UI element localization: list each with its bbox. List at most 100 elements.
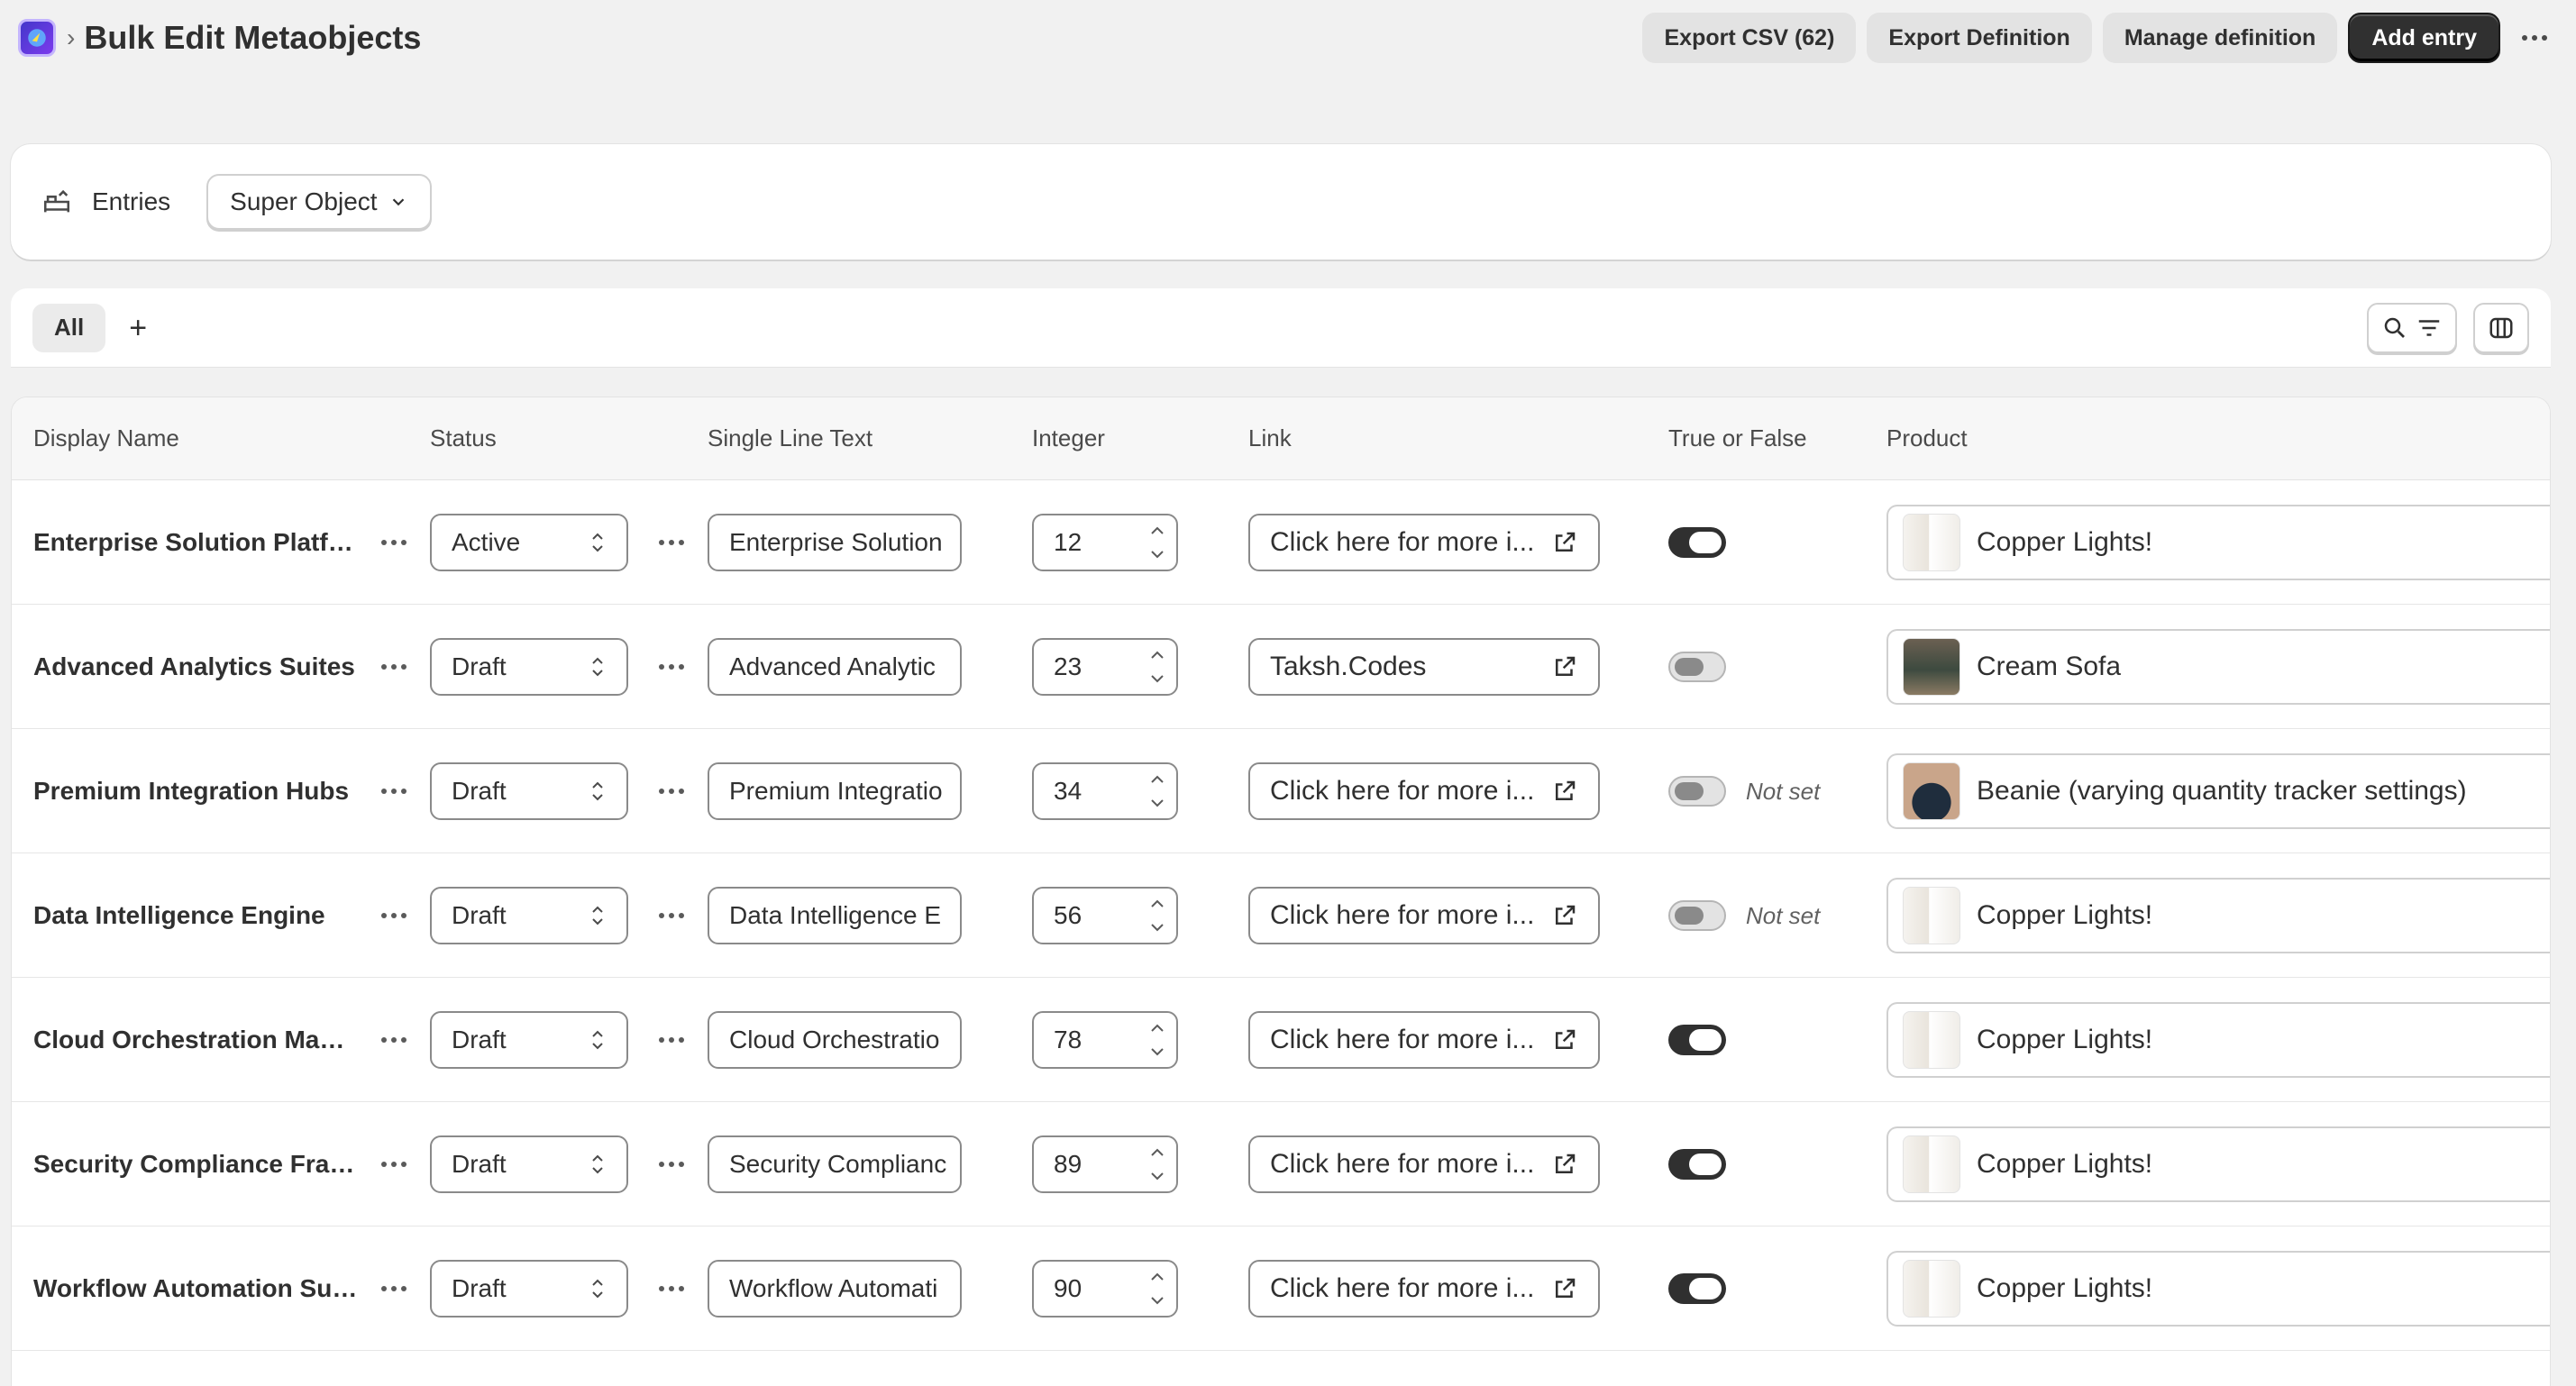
- row-actions-button[interactable]: [374, 853, 414, 978]
- column-header[interactable]: Integer: [1032, 424, 1105, 452]
- chevron-down-icon[interactable]: [1146, 1290, 1169, 1310]
- product-picker[interactable]: Cream Sofa: [1886, 629, 2550, 705]
- chevron-down-icon[interactable]: [1146, 1166, 1169, 1186]
- status-select[interactable]: Draft: [430, 1011, 628, 1069]
- chevron-down-icon[interactable]: [1146, 544, 1169, 564]
- export-csv-button[interactable]: Export CSV (62): [1642, 13, 1857, 63]
- boolean-toggle[interactable]: [1668, 900, 1726, 931]
- integer-stepper[interactable]: [1146, 770, 1169, 813]
- search-filter-button[interactable]: [2367, 302, 2457, 353]
- app-logo-icon[interactable]: [18, 19, 56, 57]
- boolean-toggle[interactable]: [1668, 1149, 1726, 1180]
- export-definition-button[interactable]: Export Definition: [1867, 13, 2092, 63]
- external-link-icon[interactable]: [1551, 1275, 1578, 1302]
- chevron-up-icon[interactable]: [1146, 1267, 1169, 1287]
- column-header[interactable]: Product: [1886, 424, 1968, 452]
- product-picker[interactable]: Copper Lights!: [1886, 1251, 2550, 1327]
- boolean-toggle[interactable]: [1668, 1273, 1726, 1304]
- product-picker[interactable]: Copper Lights!: [1886, 1002, 2550, 1078]
- single-line-text-input[interactable]: Cloud Orchestratio: [708, 1011, 962, 1069]
- integer-stepper[interactable]: [1146, 645, 1169, 688]
- integer-stepper[interactable]: [1146, 1267, 1169, 1310]
- status-select[interactable]: Active: [430, 514, 628, 571]
- product-picker[interactable]: Copper Lights!: [1886, 505, 2550, 580]
- status-actions-button[interactable]: [652, 853, 691, 978]
- link-input[interactable]: Click here for more i...: [1248, 1260, 1600, 1318]
- column-header[interactable]: Single Line Text: [708, 424, 872, 452]
- display-name[interactable]: Data Intelligence Engine: [33, 901, 325, 930]
- column-header[interactable]: Link: [1248, 424, 1292, 452]
- integer-stepper[interactable]: [1146, 894, 1169, 937]
- integer-input[interactable]: 34: [1032, 762, 1178, 820]
- column-header[interactable]: True or False: [1668, 424, 1807, 452]
- row-actions-button[interactable]: [374, 480, 414, 605]
- column-header[interactable]: Display Name: [33, 424, 179, 452]
- status-select[interactable]: Draft: [430, 762, 628, 820]
- status-actions-button[interactable]: [652, 1102, 691, 1226]
- display-name[interactable]: Cloud Orchestration Mana...: [33, 1026, 358, 1054]
- link-input[interactable]: Click here for more i...: [1248, 514, 1600, 571]
- add-entry-button[interactable]: Add entry: [2348, 13, 2500, 63]
- chevron-down-icon[interactable]: [1146, 669, 1169, 688]
- chevron-up-icon[interactable]: [1146, 1143, 1169, 1163]
- integer-stepper[interactable]: [1146, 521, 1169, 564]
- add-view-button[interactable]: +: [129, 313, 147, 343]
- status-actions-button[interactable]: [652, 1226, 691, 1351]
- single-line-text-input[interactable]: Security Complianc: [708, 1135, 962, 1193]
- link-input[interactable]: Taksh.Codes: [1248, 638, 1600, 696]
- display-name[interactable]: Advanced Analytics Suites: [33, 652, 355, 681]
- boolean-toggle[interactable]: [1668, 1025, 1726, 1055]
- display-name[interactable]: Premium Integration Hubs: [33, 777, 349, 806]
- single-line-text-input[interactable]: Enterprise Solution: [708, 514, 962, 571]
- status-select[interactable]: Draft: [430, 1260, 628, 1318]
- external-link-icon[interactable]: [1551, 1026, 1578, 1053]
- chevron-down-icon[interactable]: [1146, 793, 1169, 813]
- chevron-up-icon[interactable]: [1146, 770, 1169, 789]
- manage-definition-button[interactable]: Manage definition: [2102, 13, 2338, 63]
- display-name[interactable]: Workflow Automation Suite: [33, 1274, 358, 1303]
- link-input[interactable]: Click here for more i...: [1248, 1135, 1600, 1193]
- display-name[interactable]: Enterprise Solution Platfor...: [33, 528, 358, 557]
- integer-input[interactable]: 56: [1032, 887, 1178, 944]
- status-actions-button[interactable]: [652, 605, 691, 729]
- link-input[interactable]: Click here for more i...: [1248, 1011, 1600, 1069]
- product-picker[interactable]: Beanie (varying quantity tracker setting…: [1886, 753, 2550, 829]
- link-input[interactable]: Click here for more i...: [1248, 762, 1600, 820]
- integer-input[interactable]: 90: [1032, 1260, 1178, 1318]
- integer-stepper[interactable]: [1146, 1018, 1169, 1062]
- single-line-text-input[interactable]: Workflow Automati: [708, 1260, 962, 1318]
- boolean-toggle[interactable]: [1668, 652, 1726, 682]
- integer-input[interactable]: 78: [1032, 1011, 1178, 1069]
- chevron-up-icon[interactable]: [1146, 894, 1169, 914]
- integer-input[interactable]: 23: [1032, 638, 1178, 696]
- chevron-down-icon[interactable]: [1146, 917, 1169, 937]
- boolean-toggle[interactable]: [1668, 776, 1726, 807]
- status-actions-button[interactable]: [652, 480, 691, 605]
- external-link-icon[interactable]: [1551, 529, 1578, 556]
- link-input[interactable]: Click here for more i...: [1248, 887, 1600, 944]
- integer-input[interactable]: 12: [1032, 514, 1178, 571]
- integer-input[interactable]: 89: [1032, 1135, 1178, 1193]
- chevron-up-icon[interactable]: [1146, 521, 1169, 541]
- status-actions-button[interactable]: [652, 729, 691, 853]
- row-actions-button[interactable]: [374, 729, 414, 853]
- status-actions-button[interactable]: [652, 978, 691, 1102]
- chevron-up-icon[interactable]: [1146, 1018, 1169, 1038]
- product-picker[interactable]: Copper Lights!: [1886, 878, 2550, 953]
- single-line-text-input[interactable]: Data Intelligence E: [708, 887, 962, 944]
- metaobject-type-select[interactable]: Super Object: [206, 174, 432, 230]
- status-select[interactable]: Draft: [430, 638, 628, 696]
- integer-stepper[interactable]: [1146, 1143, 1169, 1186]
- row-actions-button[interactable]: [374, 605, 414, 729]
- status-select[interactable]: Draft: [430, 1135, 628, 1193]
- external-link-icon[interactable]: [1551, 653, 1578, 680]
- single-line-text-input[interactable]: Advanced Analytic: [708, 638, 962, 696]
- chevron-down-icon[interactable]: [1146, 1042, 1169, 1062]
- display-name[interactable]: Security Compliance Fram...: [33, 1150, 358, 1179]
- row-actions-button[interactable]: [374, 978, 414, 1102]
- external-link-icon[interactable]: [1551, 778, 1578, 805]
- status-select[interactable]: Draft: [430, 887, 628, 944]
- columns-button[interactable]: [2473, 302, 2529, 353]
- boolean-toggle[interactable]: [1668, 527, 1726, 558]
- tab-all[interactable]: All: [32, 303, 106, 352]
